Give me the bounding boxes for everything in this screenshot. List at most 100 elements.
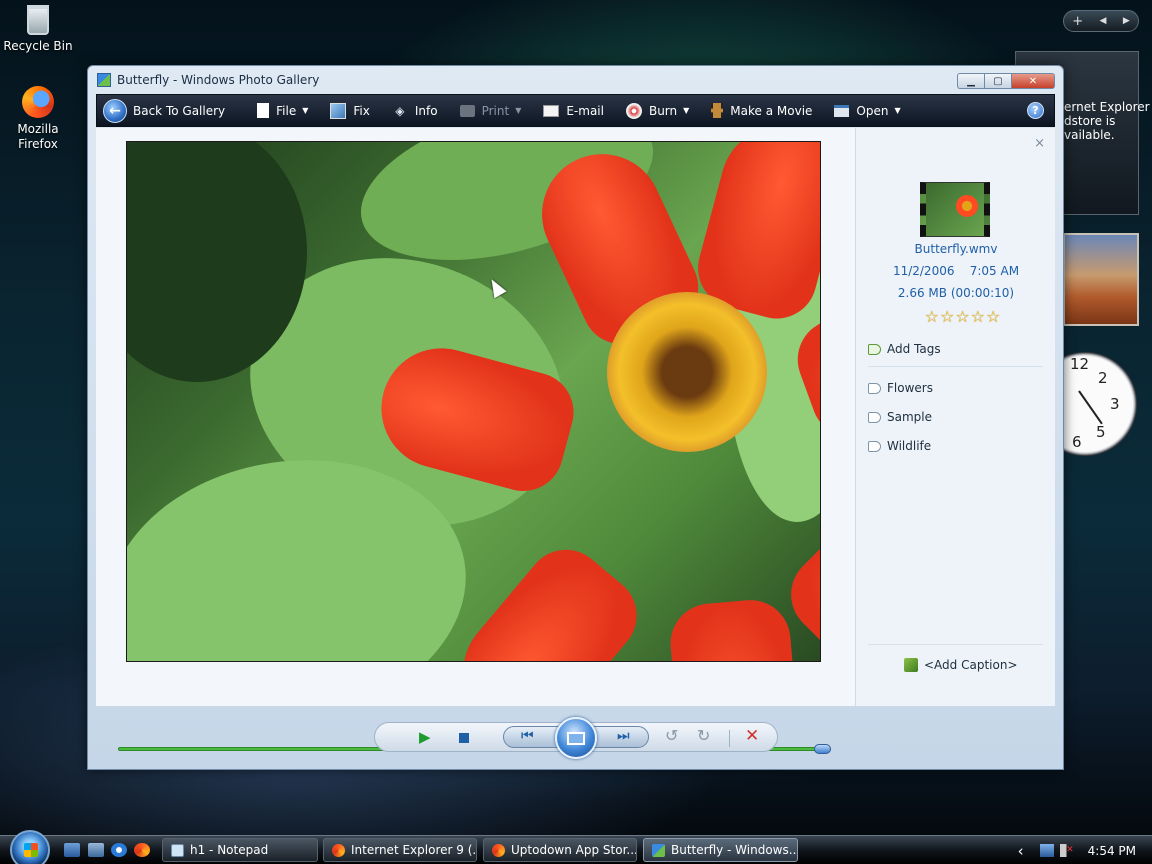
ie-gadget-text: ernet Explorer dstore is vailable.	[1064, 100, 1150, 142]
back-to-gallery-button[interactable]: ← Back To Gallery	[97, 95, 225, 126]
recycle-bin-icon	[27, 5, 49, 35]
rating-stars[interactable]: ☆☆☆☆☆	[913, 307, 1013, 326]
volume-muted-icon[interactable]: ✕	[1059, 844, 1074, 857]
stop-button[interactable]	[459, 733, 469, 743]
firefox-label: Mozilla Firefox	[17, 122, 59, 151]
window-title: Butterfly - Windows Photo Gallery	[117, 73, 320, 87]
tag-icon: ◈	[395, 103, 405, 118]
email-button[interactable]: E-mail	[543, 95, 604, 126]
disc-icon	[625, 102, 642, 119]
tag-item-sample[interactable]: Sample	[868, 410, 932, 424]
seek-thumb[interactable]	[814, 744, 831, 754]
next-button[interactable]: ⏭	[617, 728, 630, 744]
open-window-icon	[834, 104, 850, 117]
slideshow-gadget[interactable]	[1063, 233, 1139, 326]
content-area: × Butterfly.wmv 11/2/2006 7:05 AM 2.66 M…	[96, 128, 1056, 754]
maximize-button[interactable]: ▢	[984, 73, 1011, 89]
tag-icon	[868, 382, 881, 394]
divider	[868, 366, 1043, 367]
recycle-bin-label: Recycle Bin	[3, 39, 73, 53]
add-tag-icon	[868, 343, 881, 355]
divider	[868, 644, 1043, 645]
prev-gadget-icon[interactable]: ◀	[1100, 16, 1107, 26]
chevron-down-icon: ▼	[515, 106, 522, 115]
switch-windows-icon[interactable]	[88, 843, 104, 857]
toolbar: ← Back To Gallery File ▼ Fix ◈ Info Prin…	[96, 94, 1055, 127]
task-label: Butterfly - Windows...	[671, 843, 798, 857]
file-name[interactable]: Butterfly.wmv	[856, 242, 1056, 256]
firefox-quicklaunch-icon[interactable]	[134, 843, 150, 857]
open-label: Open	[856, 103, 889, 118]
video-viewer[interactable]	[126, 141, 821, 662]
photo-gallery-app-icon	[97, 73, 111, 87]
add-caption-button[interactable]: <Add Caption>	[904, 658, 1018, 672]
start-button[interactable]	[10, 830, 50, 864]
task-label: Uptodown App Stor...	[511, 843, 637, 857]
email-label: E-mail	[566, 103, 604, 118]
open-menu-button[interactable]: Open ▼	[834, 95, 901, 126]
close-button[interactable]: ✕	[1011, 73, 1055, 89]
add-gadget-icon[interactable]: +	[1072, 14, 1083, 29]
tag-label: Sample	[887, 410, 932, 424]
help-icon[interactable]: ?	[1027, 102, 1044, 119]
slideshow-icon	[567, 731, 585, 745]
desktop-icon-recycle-bin[interactable]: Recycle Bin	[0, 3, 76, 53]
system-tray: ‹ ✕ 4:54 PM	[1018, 836, 1152, 864]
playback-controls: ▶ ⏮ ⏭ ↺ ↻ ✕	[374, 717, 778, 759]
burn-menu-button[interactable]: Burn ▼	[625, 95, 689, 126]
taskbar-item-notepad[interactable]: h1 - Notepad	[162, 838, 318, 862]
print-label: Print	[481, 103, 510, 118]
info-button[interactable]: ◈ Info	[392, 95, 438, 126]
network-icon[interactable]	[1039, 844, 1054, 857]
tag-icon	[868, 440, 881, 452]
desktop-icon-firefox[interactable]: Mozilla Firefox	[0, 86, 76, 152]
rotate-clockwise-button[interactable]: ↻	[697, 726, 710, 745]
fix-icon	[330, 102, 347, 119]
tag-item-flowers[interactable]: Flowers	[868, 381, 933, 395]
title-bar[interactable]: Butterfly - Windows Photo Gallery ▁ ▢ ✕	[88, 66, 1063, 94]
taskbar: h1 - Notepad Internet Explorer 9 (... Up…	[0, 830, 1152, 864]
burn-label: Burn	[648, 103, 678, 118]
task-label: Internet Explorer 9 (...	[351, 843, 477, 857]
next-gadget-icon[interactable]: ▶	[1123, 16, 1130, 26]
petal-shape	[438, 533, 653, 661]
date-taken[interactable]: 11/2/2006 7:05 AM	[856, 264, 1056, 278]
clock-time[interactable]: 4:54 PM	[1088, 844, 1136, 858]
tag-item-wildlife[interactable]: Wildlife	[868, 439, 931, 453]
photo-gallery-icon	[652, 843, 665, 857]
film-icon	[711, 103, 724, 118]
chevron-down-icon: ▼	[302, 106, 309, 115]
taskbar-item-internet-explorer[interactable]: Internet Explorer 9 (...	[323, 838, 477, 862]
internet-explorer-icon[interactable]	[111, 843, 127, 857]
add-caption-label: <Add Caption>	[924, 658, 1018, 672]
tag-label: Wildlife	[887, 439, 932, 453]
notepad-icon	[171, 843, 184, 857]
add-tags-button[interactable]: Add Tags	[868, 342, 941, 356]
sidebar-gadget-controls[interactable]: + ◀ ▶	[1063, 10, 1139, 32]
print-menu-button[interactable]: Print ▼	[459, 95, 522, 126]
flower-center-shape	[607, 292, 767, 452]
file-menu-button[interactable]: File ▼	[257, 95, 308, 126]
add-tags-label: Add Tags	[887, 342, 941, 356]
slideshow-button[interactable]	[555, 717, 597, 759]
close-pane-icon[interactable]: ×	[1034, 136, 1045, 151]
chevron-down-icon: ▼	[894, 106, 901, 115]
tray-chevron-icon[interactable]: ‹	[1018, 842, 1024, 860]
make-a-movie-button[interactable]: Make a Movie	[711, 95, 812, 126]
fix-label: Fix	[353, 103, 370, 118]
previous-button[interactable]: ⏮	[521, 728, 534, 744]
firefox-icon	[332, 843, 345, 857]
show-desktop-icon[interactable]	[64, 843, 80, 857]
make-a-movie-label: Make a Movie	[730, 103, 813, 118]
task-label: h1 - Notepad	[190, 843, 269, 857]
fix-button[interactable]: Fix	[330, 95, 370, 126]
photo-gallery-window: Butterfly - Windows Photo Gallery ▁ ▢ ✕ …	[87, 65, 1064, 770]
play-button[interactable]: ▶	[419, 728, 431, 746]
info-label: Info	[414, 103, 438, 118]
taskbar-item-photo-gallery[interactable]: Butterfly - Windows...	[643, 838, 798, 862]
rotate-counterclockwise-button[interactable]: ↺	[665, 726, 678, 745]
minimize-button[interactable]: ▁	[957, 73, 984, 89]
caption-pencil-icon	[904, 658, 918, 672]
delete-button[interactable]: ✕	[745, 726, 759, 746]
taskbar-item-uptodown[interactable]: Uptodown App Stor...	[483, 838, 637, 862]
